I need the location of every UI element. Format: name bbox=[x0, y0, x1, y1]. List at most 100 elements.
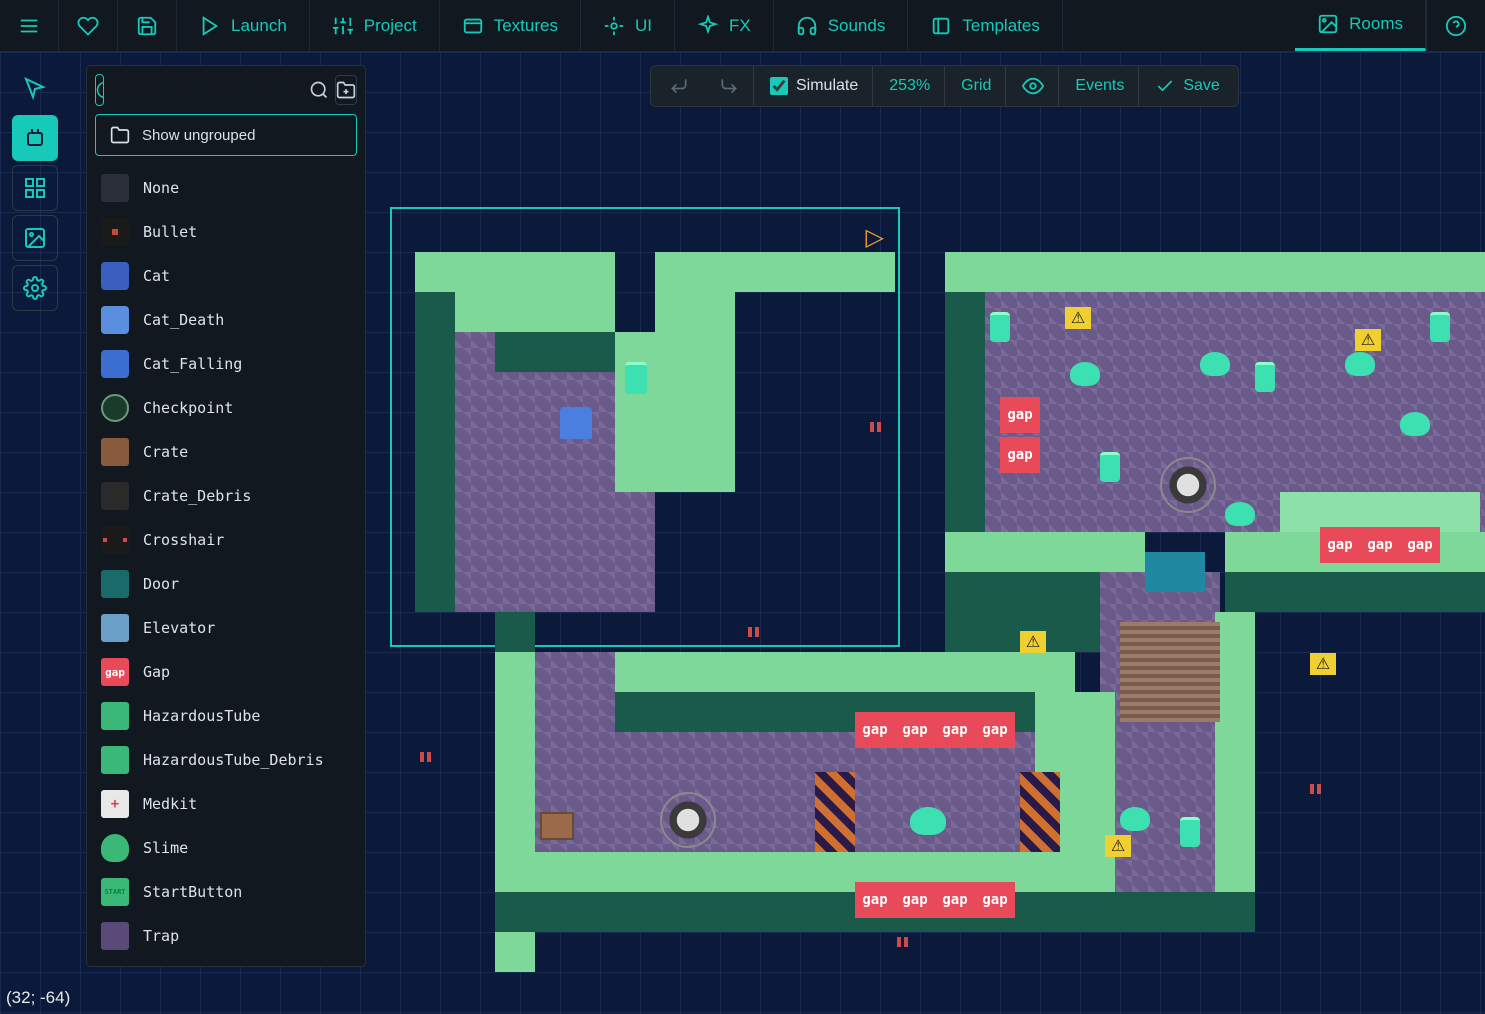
hazardous-tube[interactable] bbox=[625, 362, 647, 394]
zoom-level[interactable]: 253% bbox=[875, 66, 945, 106]
properties-tool[interactable] bbox=[12, 265, 58, 311]
template-item[interactable]: Cat_Falling bbox=[95, 342, 357, 386]
gap-tile[interactable]: gap bbox=[1000, 397, 1040, 433]
slime[interactable] bbox=[1400, 412, 1430, 436]
gap-tile[interactable]: gap bbox=[935, 882, 975, 918]
template-item-label: Slime bbox=[143, 839, 188, 857]
gap-tile[interactable]: gap bbox=[895, 882, 935, 918]
warning-sign[interactable] bbox=[1065, 307, 1091, 329]
template-item[interactable]: Elevator bbox=[95, 606, 357, 650]
slime[interactable] bbox=[910, 807, 946, 835]
tile-wall bbox=[415, 252, 615, 292]
sort-by-time[interactable] bbox=[96, 75, 104, 105]
template-item[interactable]: Cat bbox=[95, 254, 357, 298]
slime[interactable] bbox=[1120, 807, 1150, 831]
hazardous-tube[interactable] bbox=[1255, 362, 1275, 392]
simulate-checkbox[interactable] bbox=[770, 77, 788, 95]
template-item[interactable]: HazardousTube bbox=[95, 694, 357, 738]
gap-tile[interactable]: gap bbox=[1360, 527, 1400, 563]
slime[interactable] bbox=[1070, 362, 1100, 386]
grid-button[interactable]: Grid bbox=[947, 66, 1006, 106]
slime[interactable] bbox=[1225, 502, 1255, 526]
gap-tile[interactable]: gap bbox=[855, 712, 895, 748]
crate[interactable] bbox=[540, 812, 574, 840]
gap-tile[interactable]: gap bbox=[935, 712, 975, 748]
rooms-button[interactable]: Rooms bbox=[1295, 0, 1426, 51]
template-item-label: Elevator bbox=[143, 619, 215, 637]
gap-tile[interactable]: gap bbox=[1320, 527, 1360, 563]
warning-sign[interactable] bbox=[1105, 835, 1131, 857]
fan[interactable] bbox=[660, 792, 716, 848]
ui-button[interactable]: UI bbox=[581, 0, 675, 51]
template-item[interactable]: STARTStartButton bbox=[95, 870, 357, 914]
hazardous-tube[interactable] bbox=[1180, 817, 1200, 847]
play-icon[interactable]: ▷ bbox=[866, 223, 884, 252]
tile-wall bbox=[415, 292, 455, 612]
warning-sign[interactable] bbox=[1020, 631, 1046, 653]
template-item[interactable]: Slime bbox=[95, 826, 357, 870]
save-button[interactable] bbox=[118, 0, 177, 51]
checkpoint-icon bbox=[101, 394, 129, 422]
project-button[interactable]: Project bbox=[310, 0, 440, 51]
palette-header: A-Z bbox=[95, 74, 357, 106]
template-item[interactable]: Crate_Debris bbox=[95, 474, 357, 518]
slime[interactable] bbox=[1345, 352, 1375, 376]
search-button[interactable] bbox=[309, 75, 329, 105]
menu-button[interactable] bbox=[0, 0, 59, 51]
gap-tile[interactable]: gap bbox=[895, 712, 935, 748]
fx-button[interactable]: FX bbox=[675, 0, 774, 51]
door-icon bbox=[101, 570, 129, 598]
hazardous-tube[interactable] bbox=[1100, 452, 1120, 482]
template-item[interactable]: Bullet bbox=[95, 210, 357, 254]
search-input[interactable] bbox=[110, 83, 303, 98]
sounds-button[interactable]: Sounds bbox=[774, 0, 909, 51]
select-tool[interactable] bbox=[12, 65, 58, 111]
help-button[interactable] bbox=[1426, 0, 1485, 51]
templates-button[interactable]: Templates bbox=[908, 0, 1062, 51]
tile-floor bbox=[535, 652, 615, 892]
templates-label: Templates bbox=[962, 16, 1039, 36]
cursor-icon bbox=[23, 76, 47, 100]
template-item[interactable]: Crosshair bbox=[95, 518, 357, 562]
gap-tile[interactable]: gap bbox=[1400, 527, 1440, 563]
template-tool-icon bbox=[23, 126, 47, 150]
favorite-button[interactable] bbox=[59, 0, 118, 51]
template-item[interactable]: Trap bbox=[95, 914, 357, 958]
template-item-label: Cat_Death bbox=[143, 311, 224, 329]
launch-button[interactable]: Launch bbox=[177, 0, 310, 51]
template-item[interactable]: Crate bbox=[95, 430, 357, 474]
gap-tile[interactable]: gap bbox=[1000, 437, 1040, 473]
template-item[interactable]: Cat_Death bbox=[95, 298, 357, 342]
hazardous-tube[interactable] bbox=[1430, 312, 1450, 342]
template-item[interactable]: gapGap bbox=[95, 650, 357, 694]
save-room-button[interactable]: Save bbox=[1141, 66, 1233, 106]
events-button[interactable]: Events bbox=[1061, 66, 1139, 106]
warning-sign[interactable] bbox=[1310, 653, 1336, 675]
fan[interactable] bbox=[1160, 457, 1216, 513]
hazardous-tube[interactable] bbox=[990, 312, 1010, 342]
template-item[interactable]: Door bbox=[95, 562, 357, 606]
warning-sign[interactable] bbox=[1355, 329, 1381, 351]
background-tool[interactable] bbox=[12, 215, 58, 261]
template-item[interactable]: Checkpoint bbox=[95, 386, 357, 430]
tile-wall bbox=[1225, 532, 1485, 572]
template-item[interactable]: None bbox=[95, 166, 357, 210]
door[interactable] bbox=[1145, 552, 1205, 592]
tile-tool[interactable] bbox=[12, 165, 58, 211]
gap-tile[interactable]: gap bbox=[975, 882, 1015, 918]
new-folder-button[interactable] bbox=[335, 75, 357, 105]
redo-button[interactable] bbox=[705, 66, 754, 106]
simulate-toggle[interactable]: Simulate bbox=[756, 66, 873, 106]
gap-tile[interactable]: gap bbox=[975, 712, 1015, 748]
cat-sprite[interactable] bbox=[560, 407, 592, 439]
gap-tile[interactable]: gap bbox=[855, 882, 895, 918]
slime[interactable] bbox=[1200, 352, 1230, 376]
marker bbox=[748, 627, 760, 637]
add-copies-tool[interactable] bbox=[12, 115, 58, 161]
show-ungrouped[interactable]: Show ungrouped bbox=[95, 114, 357, 156]
visibility-button[interactable] bbox=[1008, 66, 1059, 106]
undo-button[interactable] bbox=[655, 66, 703, 106]
template-item[interactable]: Medkit bbox=[95, 782, 357, 826]
textures-button[interactable]: Textures bbox=[440, 0, 581, 51]
template-item[interactable]: HazardousTube_Debris bbox=[95, 738, 357, 782]
